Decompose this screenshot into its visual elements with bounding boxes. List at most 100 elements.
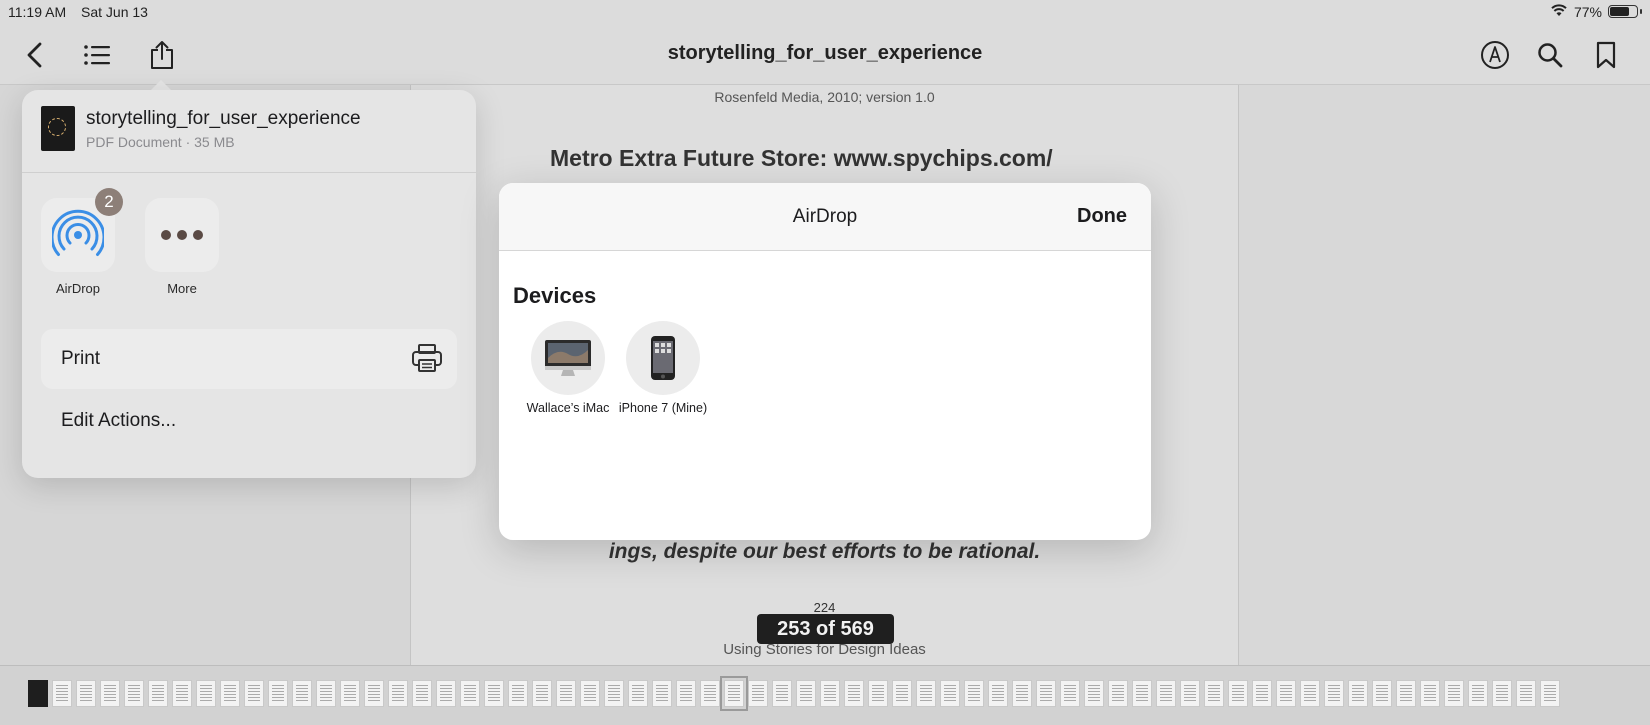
page-thumbnail[interactable] (1516, 680, 1536, 707)
page-thumbnail[interactable] (556, 680, 576, 707)
printer-icon (411, 343, 443, 378)
bookmark-icon[interactable] (1589, 38, 1623, 72)
page-thumbnail[interactable] (1372, 680, 1392, 707)
page-thumbnail[interactable] (1012, 680, 1032, 707)
page-thumbnail[interactable] (748, 680, 768, 707)
list-icon[interactable] (80, 38, 114, 72)
page-thumbnail[interactable] (1276, 680, 1296, 707)
page-thumbnail[interactable] (868, 680, 888, 707)
page-thumbnail[interactable] (316, 680, 336, 707)
page-thumbnail[interactable] (1204, 680, 1224, 707)
markup-pen-icon[interactable] (1478, 38, 1512, 72)
printed-page-number: 224 (813, 600, 836, 615)
page-thumbnail[interactable] (796, 680, 816, 707)
device-label: iPhone 7 (Mine) (618, 401, 708, 415)
airdrop-header: AirDrop Done (499, 183, 1151, 251)
page-thumbnail[interactable] (1180, 680, 1200, 707)
print-action[interactable]: Print (41, 329, 457, 389)
share-app-label: AirDrop (55, 281, 101, 296)
page-thumbnail[interactable] (1036, 680, 1056, 707)
page-thumbnail[interactable] (1252, 680, 1272, 707)
airdrop-title: AirDrop (792, 206, 858, 227)
share-icon[interactable] (145, 38, 179, 72)
share-file-name: storytelling_for_user_experience (86, 108, 361, 129)
page-thumbnail[interactable] (720, 676, 748, 711)
page-thumbnail[interactable] (1132, 680, 1152, 707)
page-thumbnail[interactable] (772, 680, 792, 707)
page-thumbnail[interactable] (604, 680, 624, 707)
share-app-airdrop[interactable]: 2 AirDrop (41, 188, 123, 296)
page-thumbnail[interactable] (436, 680, 456, 707)
page-thumbnail[interactable] (1492, 680, 1512, 707)
page-thumbnail[interactable] (148, 680, 168, 707)
airdrop-badge: 2 (95, 188, 123, 216)
page-thumbnail[interactable] (700, 680, 720, 707)
page-thumbnail[interactable] (364, 680, 384, 707)
page-thumbnail[interactable] (100, 680, 120, 707)
page-thumbnail[interactable] (580, 680, 600, 707)
page-thumbnail[interactable] (1324, 680, 1344, 707)
device-iphone-7[interactable]: iPhone 7 (Mine) (613, 321, 713, 415)
page-thumbnail[interactable] (196, 680, 216, 707)
page-thumbnail[interactable] (460, 680, 480, 707)
page-thumbnail[interactable] (940, 680, 960, 707)
back-chevron-icon[interactable] (18, 38, 52, 72)
page-thumbnail[interactable] (1156, 680, 1176, 707)
page-thumbnail[interactable] (124, 680, 144, 707)
page-thumbnail[interactable] (340, 680, 360, 707)
share-file-header: storytelling_for_user_experience PDF Doc… (22, 90, 476, 173)
page-thumbnail[interactable] (52, 680, 72, 707)
page-thumbnail[interactable] (388, 680, 408, 707)
imac-icon (531, 321, 605, 395)
page-thumbnail[interactable] (820, 680, 840, 707)
page-thumbnail[interactable] (508, 680, 528, 707)
page-thumbnail[interactable] (1396, 680, 1416, 707)
page-thumbnail[interactable] (484, 680, 504, 707)
page-thumbnail[interactable] (628, 680, 648, 707)
thumbnail-strip[interactable] (0, 665, 1650, 725)
page-thumbnail[interactable] (532, 680, 552, 707)
page-thumbnail[interactable] (172, 680, 192, 707)
page-thumbnail[interactable] (844, 680, 864, 707)
search-icon[interactable] (1533, 38, 1567, 72)
battery-percent: 77% (1573, 3, 1602, 20)
page-thumbnail[interactable] (1468, 680, 1488, 707)
thumbnail-row (28, 676, 1560, 711)
status-date: Sat Jun 13 (81, 4, 148, 20)
page-thumbnail[interactable] (676, 680, 696, 707)
page-thumbnail[interactable] (1420, 680, 1440, 707)
page-thumbnail[interactable] (76, 680, 96, 707)
page-thumbnail[interactable] (1060, 680, 1080, 707)
page-thumbnail[interactable] (220, 680, 240, 707)
page-thumbnail[interactable] (988, 680, 1008, 707)
page-thumbnail[interactable] (28, 680, 48, 707)
device-wallaces-imac[interactable]: Wallace’s iMac (518, 321, 618, 415)
airdrop-modal: AirDrop Done Devices Wallace’s iMac iPho… (499, 183, 1151, 540)
body-text-line: Metro Extra Future Store: www.spychips.c… (550, 145, 1053, 171)
status-right: 77% (1550, 3, 1642, 20)
done-button[interactable]: Done (1077, 205, 1127, 228)
page-thumbnail[interactable] (964, 680, 984, 707)
page-thumbnail[interactable] (1540, 680, 1560, 707)
share-sheet: storytelling_for_user_experience PDF Doc… (22, 90, 476, 478)
page-thumbnail[interactable] (1444, 680, 1464, 707)
quote-text-line: ings, despite our best efforts to be rat… (608, 540, 1041, 563)
page-thumbnail[interactable] (1300, 680, 1320, 707)
page-thumbnail[interactable] (1228, 680, 1248, 707)
page-thumbnail[interactable] (412, 680, 432, 707)
page-thumbnail[interactable] (292, 680, 312, 707)
page-thumbnail[interactable] (892, 680, 912, 707)
edit-actions-button[interactable]: Edit Actions... (61, 410, 176, 432)
share-app-label: More (167, 281, 197, 296)
page-thumbnail[interactable] (1084, 680, 1104, 707)
page-thumbnail[interactable] (244, 680, 264, 707)
share-app-more[interactable]: More (145, 198, 219, 296)
page-thumbnail[interactable] (916, 680, 936, 707)
page-thumbnail[interactable] (268, 680, 288, 707)
toolbar: storytelling_for_user_experience (0, 26, 1650, 85)
page-thumbnail[interactable] (652, 680, 672, 707)
page-thumbnail[interactable] (1108, 680, 1128, 707)
battery-level-fill (1610, 7, 1630, 16)
page-thumbnail[interactable] (1348, 680, 1368, 707)
more-dots-icon (145, 198, 219, 272)
